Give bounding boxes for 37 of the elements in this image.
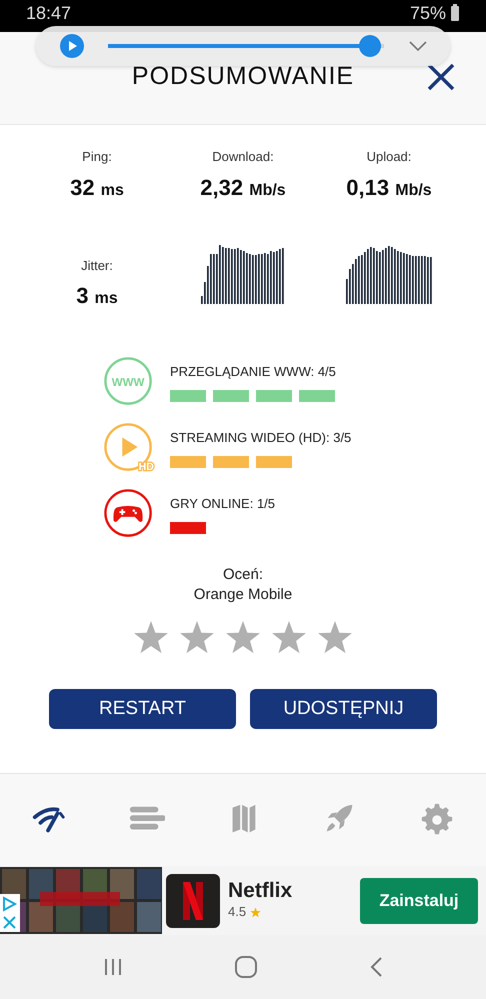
action-button[interactable]: RESTART <box>49 689 236 729</box>
stat-label: Download: <box>211 148 275 166</box>
stat-value: 32 ms <box>70 174 124 202</box>
action-button[interactable]: UDOSTĘPNIJ <box>250 689 437 729</box>
stat-value: 2,32 Mb/s <box>200 174 286 202</box>
screen-title: PODSUMOWANIE <box>132 61 354 92</box>
quality-label: GRY ONLINE: 1/5 <box>170 495 276 514</box>
app-icon <box>166 874 220 928</box>
star-icon[interactable] <box>271 620 307 655</box>
chevron-down-icon[interactable] <box>408 40 428 52</box>
recent-apps-icon[interactable] <box>103 957 124 977</box>
stat-label: Jitter: <box>80 256 114 274</box>
app-rating: 4.5 <box>228 903 246 922</box>
quality-label: PRZEGLĄDANIE WWW: 4/5 <box>170 363 337 382</box>
play-icon[interactable] <box>60 34 84 58</box>
star-icon[interactable] <box>225 620 261 655</box>
app-name: Netflix <box>228 879 292 902</box>
install-button[interactable]: Zainstaluj <box>360 878 478 924</box>
battery-icon <box>450 4 460 22</box>
operator-name: Orange Mobile <box>192 584 294 604</box>
back-icon[interactable] <box>368 956 383 978</box>
stat-label: Upload: <box>366 148 412 166</box>
star-icon[interactable] <box>317 620 353 655</box>
star-icon[interactable] <box>179 620 215 655</box>
stat-value: 0,13 Mb/s <box>346 174 432 202</box>
www-icon: WWW <box>104 357 154 407</box>
rate-prompt: Oceń: <box>222 565 264 584</box>
stat-value: 3 ms <box>76 282 118 310</box>
star-icon <box>250 906 262 918</box>
star-icon[interactable] <box>133 620 169 655</box>
stat-label: Ping: <box>81 148 113 166</box>
clock-time: 18:47 <box>26 4 72 22</box>
close-button[interactable] <box>426 62 456 92</box>
battery-level: 75% <box>410 4 446 22</box>
home-icon[interactable] <box>234 955 258 979</box>
quality-label: STREAMING WIDEO (HD): 3/5 <box>170 429 352 448</box>
ad-choices-icon[interactable] <box>0 894 20 932</box>
